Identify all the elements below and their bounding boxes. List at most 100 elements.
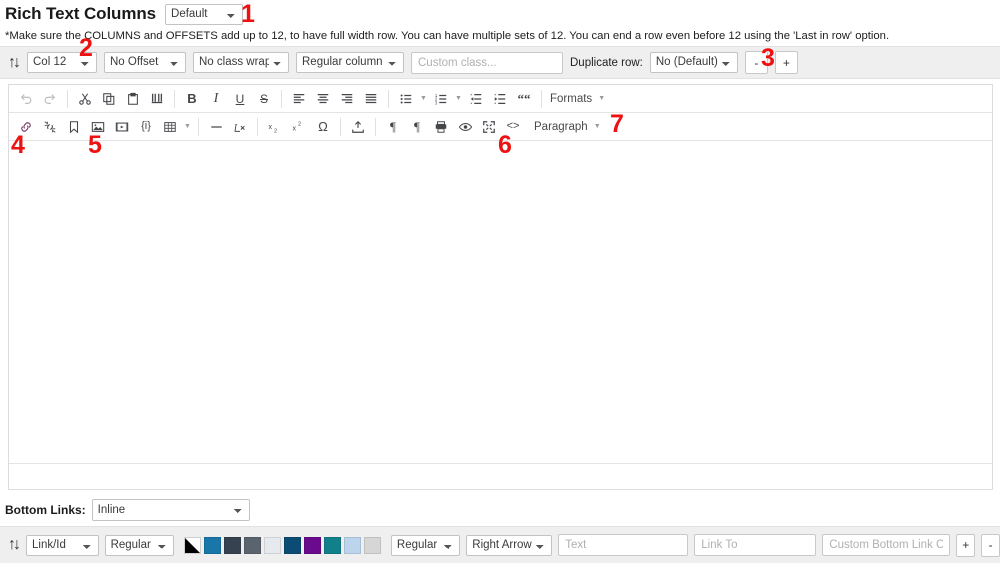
superscript-icon[interactable]: x2: [287, 116, 311, 138]
svg-text:x: x: [292, 125, 296, 132]
link-id-select[interactable]: Link/Id: [26, 534, 99, 556]
align-justify-icon[interactable]: [359, 88, 383, 110]
bottom-links-label: Bottom Links:: [5, 503, 86, 517]
formats-menu-label: Formats: [550, 92, 593, 105]
page-title: Rich Text Columns: [5, 4, 157, 23]
align-right-icon[interactable]: [335, 88, 359, 110]
svg-text:2: 2: [274, 128, 277, 134]
swatch-gray-slate[interactable]: [243, 536, 261, 554]
insert-template-icon[interactable]: {i}: [134, 116, 158, 138]
redo-icon[interactable]: [38, 88, 62, 110]
horizontal-rule-icon[interactable]: [204, 116, 228, 138]
annotation-3: 3: [761, 44, 775, 72]
preset-select[interactable]: Default: [165, 3, 244, 25]
toolbar-divider: [67, 89, 68, 108]
annotation-5: 5: [88, 131, 102, 159]
annotation-4: 4: [11, 131, 25, 159]
add-bottom-link-button[interactable]: +: [956, 533, 976, 557]
insert-media-icon[interactable]: [110, 116, 134, 138]
subscript-icon[interactable]: x2: [263, 116, 287, 138]
swatch-dark-slate[interactable]: [223, 536, 241, 554]
insert-file-icon[interactable]: [346, 116, 370, 138]
strikethrough-icon[interactable]: S: [252, 88, 276, 110]
toolbar-divider: [340, 117, 341, 136]
chevron-down-icon[interactable]: ▼: [418, 88, 429, 110]
chevron-down-icon: ▼: [593, 123, 601, 130]
bullet-list-icon[interactable]: [394, 88, 418, 110]
bottom-link-custom-class-input[interactable]: [822, 534, 951, 556]
helper-text: *Make sure the COLUMNS and OFFSETS add u…: [5, 30, 890, 42]
header: Rich Text Columns Default: [0, 0, 1000, 28]
swatch-pale-gray[interactable]: [263, 536, 281, 554]
numbered-list-icon[interactable]: 123: [429, 88, 453, 110]
outdent-icon[interactable]: [464, 88, 488, 110]
class-wrap-select[interactable]: No class wrap: [193, 52, 289, 73]
add-column-button[interactable]: +: [774, 51, 798, 74]
paste-icon[interactable]: [121, 88, 145, 110]
duplicate-row-label: Duplicate row:: [570, 56, 643, 69]
insert-table-icon[interactable]: [158, 116, 182, 138]
swatch-light-blue[interactable]: [343, 536, 361, 554]
bold-icon[interactable]: B: [180, 88, 204, 110]
swatch-navy[interactable]: [283, 536, 301, 554]
swatch-teal[interactable]: [323, 536, 341, 554]
link-size-select[interactable]: Regular: [390, 534, 461, 556]
copy-icon[interactable]: [97, 88, 121, 110]
sort-updown-icon[interactable]: ↑↓: [8, 537, 21, 553]
bottom-links-layout-select[interactable]: Inline: [91, 499, 250, 521]
anchor-icon[interactable]: [62, 116, 86, 138]
color-swatch-group: [180, 536, 385, 554]
duplicate-row-select[interactable]: No (Default): [649, 52, 738, 73]
annotation-1: 1: [241, 0, 255, 28]
offset-select[interactable]: No Offset: [104, 52, 186, 73]
svg-text:3: 3: [435, 100, 438, 105]
toolbar-divider: [388, 89, 389, 108]
editor-status-bar: [9, 463, 992, 488]
toolbar-divider: [541, 89, 542, 108]
swatch-light-gray[interactable]: [363, 536, 381, 554]
bottom-links-row: Bottom Links: Inline: [0, 496, 1000, 524]
link-arrow-select[interactable]: Right Arrow: [466, 534, 553, 556]
search-replace-icon[interactable]: [145, 88, 169, 110]
chevron-down-icon[interactable]: ▼: [182, 116, 193, 138]
swatch-default[interactable]: [183, 536, 201, 554]
rtl-paragraph-icon[interactable]: ¶: [405, 116, 429, 138]
special-character-icon[interactable]: Ω: [311, 116, 335, 138]
toolbar-divider: [375, 117, 376, 136]
bottom-links-toolbar: ↑↓ Link/Id Regular Regular Right Arrow T…: [0, 526, 1000, 563]
remove-bottom-link-button[interactable]: -: [981, 533, 1000, 557]
formats-menu[interactable]: Formats ▼: [544, 88, 613, 110]
underline-icon[interactable]: U: [228, 88, 252, 110]
preview-icon[interactable]: [453, 116, 477, 138]
swatch-purple[interactable]: [303, 536, 321, 554]
remove-format-icon[interactable]: I: [228, 116, 252, 138]
toolbar-divider: [198, 117, 199, 136]
toolbar-divider: [281, 89, 282, 108]
custom-class-input[interactable]: [411, 51, 563, 74]
block-format-menu[interactable]: Paragraph ▼: [528, 116, 609, 138]
swatch-blue[interactable]: [203, 536, 221, 554]
svg-text:x: x: [268, 123, 272, 130]
print-icon[interactable]: [429, 116, 453, 138]
italic-icon[interactable]: I: [204, 88, 228, 110]
cut-icon[interactable]: [73, 88, 97, 110]
link-to-input[interactable]: [694, 534, 817, 556]
annotation-7: 7: [610, 110, 624, 138]
editor-content-area[interactable]: [9, 141, 992, 463]
unlink-icon[interactable]: [38, 116, 62, 138]
undo-icon[interactable]: [14, 88, 38, 110]
link-style-select[interactable]: Regular: [104, 534, 174, 556]
align-center-icon[interactable]: [311, 88, 335, 110]
blockquote-icon[interactable]: ““: [512, 88, 536, 110]
rich-text-columns-panel: Rich Text Columns Default *Make sure the…: [0, 0, 1000, 563]
chevron-down-icon: ▼: [598, 95, 606, 102]
ltr-paragraph-icon[interactable]: ¶: [381, 116, 405, 138]
chevron-down-icon[interactable]: ▼: [453, 88, 464, 110]
block-format-label: Paragraph: [534, 120, 588, 133]
link-text-input[interactable]: [558, 534, 689, 556]
align-left-icon[interactable]: [287, 88, 311, 110]
toolbar-divider: [257, 117, 258, 136]
sort-updown-icon[interactable]: ↑↓: [8, 54, 21, 71]
indent-icon[interactable]: [488, 88, 512, 110]
column-type-select[interactable]: Regular column: [296, 52, 404, 73]
